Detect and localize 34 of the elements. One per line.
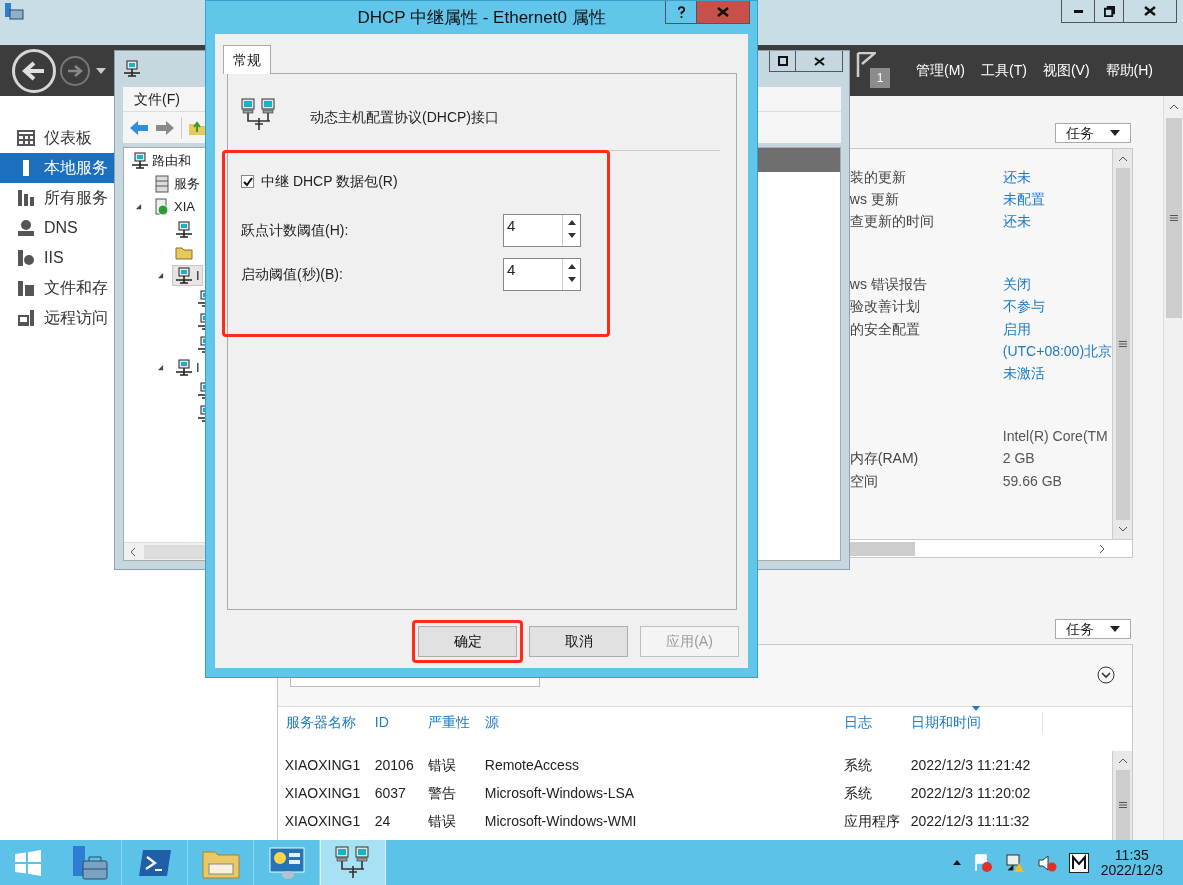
table-cell-text: 2022/12/3 11:21:42 bbox=[909, 755, 1031, 775]
table-cell-text: Microsoft-Windows-WMI bbox=[483, 811, 638, 831]
table-cell-text: 24 bbox=[373, 811, 392, 831]
table-cell-text: 2022/12/3 11:20:02 bbox=[909, 783, 1031, 803]
table-cell-text: 错误 bbox=[426, 755, 457, 775]
property-label: 内存(RAM) bbox=[849, 450, 919, 467]
notification-count: 1 bbox=[870, 67, 890, 88]
dialog-title: DHCP 中继属性 - Ethernet0 属性 bbox=[357, 6, 606, 29]
table-cell-text: Microsoft-Windows-LSA bbox=[483, 783, 636, 803]
table-cell-text: 错误 bbox=[426, 811, 457, 831]
property-label: ws 更新 bbox=[849, 191, 899, 208]
property-label: 查更新的时间 bbox=[849, 213, 934, 230]
property-value: 2 GB bbox=[1002, 449, 1035, 469]
table-cell-text: RemoteAccess bbox=[483, 755, 580, 775]
table-cell-text: 应用程序 bbox=[842, 811, 901, 831]
property-value: 59.66 GB bbox=[1002, 471, 1062, 491]
property-label: 验改善计划 bbox=[849, 298, 920, 315]
table-cell-text: 警告 bbox=[426, 783, 457, 803]
interface-description: 动态主机配置协议(DHCP)接口 bbox=[310, 107, 499, 127]
property-label: ws 错误报告 bbox=[849, 275, 927, 292]
property-label: 的安全配置 bbox=[849, 320, 920, 337]
table-cell-text: 2022/12/3 11:11:32 bbox=[909, 811, 1030, 831]
table-cell-text: XIAOXING1 bbox=[283, 755, 362, 775]
table-cell-text: 系统 bbox=[842, 755, 873, 775]
property-label: 装的更新 bbox=[849, 168, 906, 185]
table-cell-text: 6037 bbox=[373, 783, 407, 803]
field-label: 跃点计数阈值(H): bbox=[241, 221, 349, 240]
table-cell-text: XIAOXING1 bbox=[283, 783, 362, 803]
property-label: 空间 bbox=[849, 472, 878, 489]
field-label: 启动阈值(秒)(B): bbox=[241, 265, 343, 284]
property-value: Intel(R) Core(TM bbox=[1002, 426, 1108, 446]
table-cell-text: XIAOXING1 bbox=[283, 811, 362, 831]
table-cell-text: 系统 bbox=[842, 783, 873, 803]
table-cell-text: 20106 bbox=[373, 755, 415, 775]
